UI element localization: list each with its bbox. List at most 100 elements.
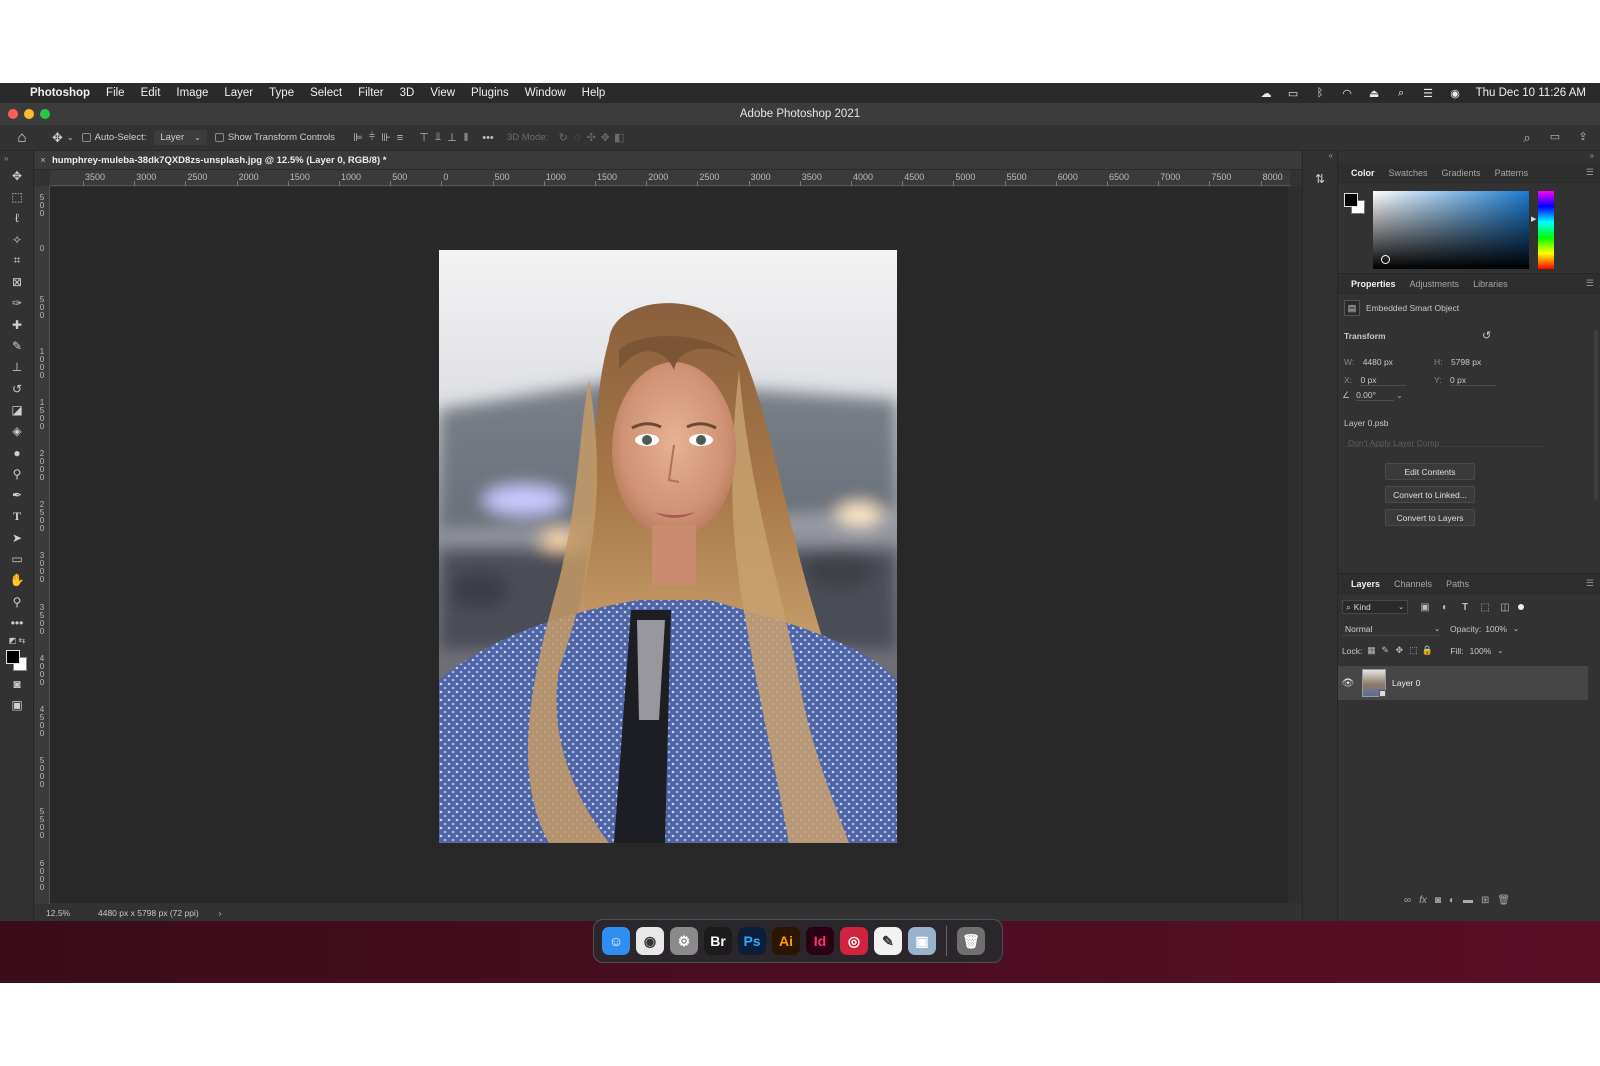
path-selection-tool-icon[interactable]: ➤ — [0, 527, 34, 548]
opacity-value[interactable]: 100% — [1485, 624, 1507, 634]
filter-type-icon[interactable]: T — [1458, 602, 1472, 613]
history-brush-tool-icon[interactable]: ↺ — [0, 378, 34, 399]
tab-properties[interactable]: Properties — [1344, 279, 1403, 289]
move-tool-icon[interactable]: ✥ — [0, 165, 34, 186]
edit-contents-button[interactable]: Edit Contents — [1385, 463, 1475, 480]
screen-mirroring-icon[interactable]: ▭ — [1287, 87, 1300, 100]
close-window-button[interactable] — [8, 109, 18, 119]
width-value[interactable]: 4480 px — [1363, 357, 1393, 367]
3d-slide-icon[interactable]: ✥ — [598, 131, 612, 144]
link-layers-icon[interactable]: ∞ — [1404, 895, 1411, 906]
zoom-tool-icon[interactable]: ⚲ — [0, 591, 34, 612]
filter-toggle-icon[interactable] — [1518, 604, 1524, 610]
layer-style-fx-icon[interactable]: fx — [1419, 895, 1427, 906]
align-horizontal-centers-icon[interactable]: ⫩ — [365, 131, 379, 144]
dock-bridge-icon[interactable]: Br — [704, 927, 732, 955]
menu-3d[interactable]: 3D — [392, 87, 423, 99]
dodge-tool-icon[interactable]: ⚲ — [0, 463, 34, 484]
convert-to-layers-button[interactable]: Convert to Layers — [1385, 509, 1475, 526]
paint-bucket-tool-icon[interactable]: ◈ — [0, 421, 34, 442]
lock-artboard-icon[interactable]: ⬚ — [1406, 645, 1420, 656]
menu-select[interactable]: Select — [302, 87, 350, 99]
share-icon[interactable]: ⇪ — [1576, 130, 1590, 146]
new-adjustment-layer-icon[interactable]: ◐ — [1449, 895, 1455, 906]
tab-swatches[interactable]: Swatches — [1382, 168, 1435, 178]
align-left-edges-icon[interactable]: ⊫ — [351, 131, 365, 144]
dock-trash-icon[interactable]: 🗑 — [957, 927, 985, 955]
dock-illustrator-icon[interactable]: Ai — [772, 927, 800, 955]
document-image[interactable] — [439, 250, 897, 843]
menu-edit[interactable]: Edit — [133, 87, 169, 99]
status-menu-chevron-icon[interactable]: › — [219, 908, 222, 918]
move-tool-preset-icon[interactable]: ✥ ⌄ — [52, 130, 74, 146]
fg-color-chip[interactable] — [1344, 193, 1358, 207]
tab-patterns[interactable]: Patterns — [1488, 168, 1536, 178]
3d-camera-icon[interactable]: ◧ — [612, 131, 626, 144]
delete-layer-icon[interactable]: 🗑 — [1497, 895, 1510, 906]
angle-field[interactable]: 0.00° — [1356, 390, 1395, 401]
add-mask-icon[interactable]: ◙ — [1435, 895, 1441, 906]
align-bottom-edges-icon[interactable]: ⊥ — [445, 131, 459, 144]
blur-tool-icon[interactable]: ● — [0, 442, 34, 463]
bluetooth-icon[interactable]: ᛒ — [1314, 87, 1327, 99]
lock-all-icon[interactable]: 🔒 — [1420, 645, 1434, 656]
layer-kind-dropdown[interactable]: ⌕ Kind ⌄ — [1342, 600, 1408, 614]
3d-orbit-icon[interactable]: ↻ — [556, 131, 570, 144]
fill-dropdown-icon[interactable]: ⌄ — [1497, 647, 1503, 655]
dock-indesign-icon[interactable]: Id — [806, 927, 834, 955]
screen-mode-icon[interactable]: ▣ — [0, 695, 34, 716]
marquee-tool-icon[interactable]: ⬚ — [0, 186, 34, 207]
new-layer-icon[interactable]: ⊞ — [1481, 895, 1489, 906]
align-right-edges-icon[interactable]: ⊪ — [379, 131, 393, 144]
lasso-tool-icon[interactable]: ℓ — [0, 208, 34, 229]
clone-stamp-tool-icon[interactable]: ⊥ — [0, 357, 34, 378]
properties-panel-menu-icon[interactable]: ☰ — [1586, 278, 1600, 289]
convert-to-linked-button[interactable]: Convert to Linked... — [1385, 486, 1475, 503]
spotlight-search-icon[interactable]: ⌕ — [1395, 87, 1408, 99]
eyedropper-tool-icon[interactable]: ✑ — [0, 293, 34, 314]
show-transform-controls-checkbox[interactable]: Show Transform Controls — [214, 132, 335, 143]
distribute-icon[interactable]: ≡ — [393, 132, 407, 144]
zoom-window-button[interactable] — [40, 109, 50, 119]
siri-icon[interactable]: ◉ — [1449, 87, 1462, 100]
wifi-icon[interactable]: ◠ — [1341, 87, 1354, 100]
rectangle-tool-icon[interactable]: ▭ — [0, 548, 34, 569]
filter-pixel-icon[interactable]: ▣ — [1418, 602, 1432, 613]
menu-layer[interactable]: Layer — [216, 87, 261, 99]
3d-drag-icon[interactable]: ✣ — [584, 131, 598, 144]
angle-dropdown-icon[interactable]: ⌄ — [1396, 391, 1403, 400]
layers-panel-menu-icon[interactable]: ☰ — [1586, 578, 1600, 589]
3d-roll-icon[interactable]: ◌ — [570, 132, 584, 144]
height-value[interactable]: 5798 px — [1451, 357, 1481, 367]
layer-comp-dropdown[interactable]: Don't Apply Layer Comp — [1344, 433, 1544, 448]
app-menu-photoshop[interactable]: Photoshop — [24, 87, 98, 99]
hue-slider-handle-icon[interactable]: ▶ — [1531, 215, 1536, 223]
menu-plugins[interactable]: Plugins — [463, 87, 517, 99]
home-button[interactable]: ⌂ — [0, 129, 44, 146]
blend-mode-dropdown[interactable]: Normal ⌄ — [1342, 622, 1440, 636]
filter-adjustment-icon[interactable]: ◐ — [1438, 602, 1452, 613]
right-panels-collapse-icon[interactable]: » — [1338, 151, 1600, 163]
brush-tool-icon[interactable]: ✎ — [0, 335, 34, 356]
color-panel-menu-icon[interactable]: ☰ — [1586, 167, 1600, 178]
menubar-clock[interactable]: Thu Dec 10 11:26 AM — [1476, 87, 1586, 99]
quick-mask-icon[interactable]: ◙ — [0, 674, 34, 695]
y-field[interactable]: 0 px — [1450, 375, 1497, 386]
magic-wand-tool-icon[interactable]: ✧ — [0, 229, 34, 250]
type-tool-icon[interactable]: T — [0, 506, 34, 527]
align-vertical-centers-icon[interactable]: ⫫ — [431, 131, 445, 144]
layer-row[interactable]: 👁 Layer 0 — [1338, 666, 1588, 700]
vertical-scrollbar[interactable] — [1288, 187, 1302, 903]
filter-shape-icon[interactable]: ⬚ — [1478, 602, 1492, 613]
canvas-area[interactable] — [50, 187, 1288, 903]
edit-toolbar-icon[interactable]: ••• — [0, 612, 34, 633]
menu-file[interactable]: File — [98, 87, 133, 99]
menu-window[interactable]: Window — [517, 87, 574, 99]
dock-textedit-icon[interactable]: ✎ — [874, 927, 902, 955]
tab-paths[interactable]: Paths — [1439, 579, 1476, 589]
menu-filter[interactable]: Filter — [350, 87, 392, 99]
fill-value[interactable]: 100% — [1470, 646, 1492, 656]
tab-layers[interactable]: Layers — [1344, 579, 1387, 589]
auto-select-checkbox[interactable]: Auto-Select: — [81, 132, 146, 143]
pen-tool-icon[interactable]: ✒ — [0, 484, 34, 505]
